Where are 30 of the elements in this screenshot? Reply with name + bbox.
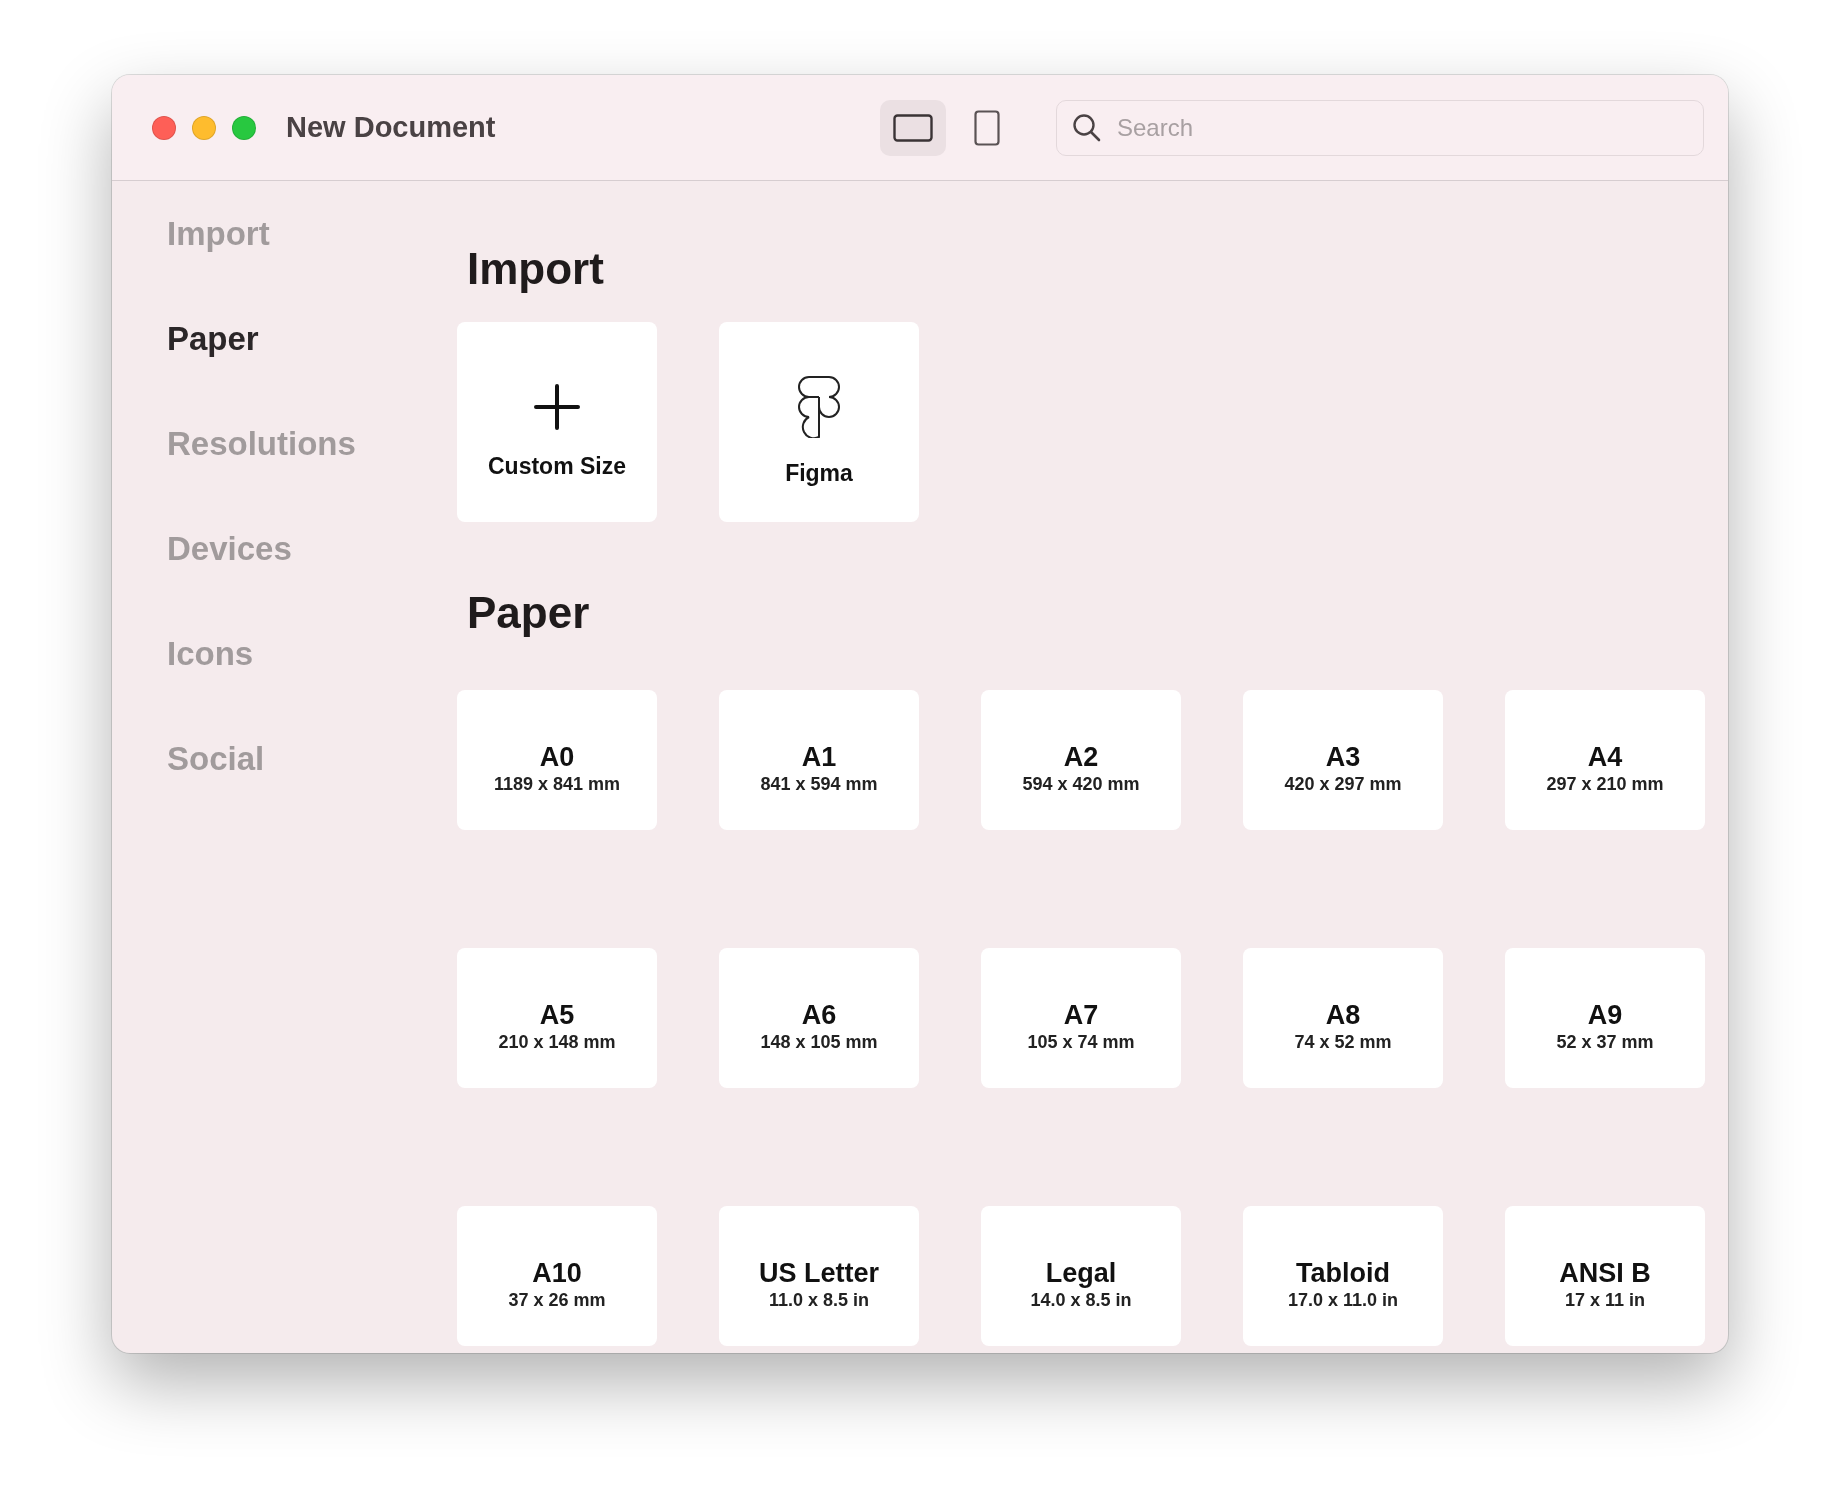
- section-heading: Import: [467, 243, 605, 295]
- paper-size-card[interactable]: Legal 14.0 x 8.5 in: [981, 1206, 1181, 1346]
- paper-size-card[interactable]: A3 420 x 297 mm: [1243, 690, 1443, 830]
- plus-icon: [533, 383, 581, 432]
- landscape-toggle[interactable]: [880, 99, 946, 156]
- paper-size-card[interactable]: ANSI B 17 x 11 in: [1505, 1206, 1705, 1346]
- sidebar-item[interactable]: Paper: [167, 316, 457, 361]
- paper-size-card[interactable]: A6 148 x 105 mm: [719, 948, 919, 1088]
- minimize-button[interactable]: [192, 115, 216, 140]
- paper-size-card[interactable]: A10 37 x 26 mm: [457, 1206, 657, 1346]
- paper-size-card[interactable]: A1 841 x 594 mm: [719, 690, 919, 830]
- paper-size-card[interactable]: Tabloid 17.0 x 11.0 in: [1243, 1206, 1443, 1346]
- paper-size-card[interactable]: A4 297 x 210 mm: [1505, 690, 1705, 830]
- landscape-icon: [893, 113, 933, 142]
- paper-size-card[interactable]: US Letter 11.0 x 8.5 in: [719, 1206, 919, 1346]
- portrait-icon: [974, 109, 1000, 146]
- paper-size-card[interactable]: A7 105 x 74 mm: [981, 948, 1181, 1088]
- window-title: New Document: [286, 109, 496, 145]
- paper-size-card[interactable]: A2 594 x 420 mm: [981, 690, 1181, 830]
- zoom-button[interactable]: [232, 115, 256, 140]
- section-heading: Paper: [467, 587, 591, 639]
- close-button[interactable]: [152, 115, 176, 140]
- paper-size-card[interactable]: A0 1189 x 841 mm: [457, 690, 657, 830]
- paper-size-card[interactable]: A8 74 x 52 mm: [1243, 948, 1443, 1088]
- figma-logo-icon: [798, 376, 840, 439]
- import-card[interactable]: Custom Size: [457, 322, 657, 522]
- search-field[interactable]: Search: [1056, 99, 1704, 156]
- paper-size-card[interactable]: A9 52 x 37 mm: [1505, 948, 1705, 1088]
- import-card[interactable]: Figma: [719, 322, 919, 522]
- paper-size-card[interactable]: A5 210 x 148 mm: [457, 948, 657, 1088]
